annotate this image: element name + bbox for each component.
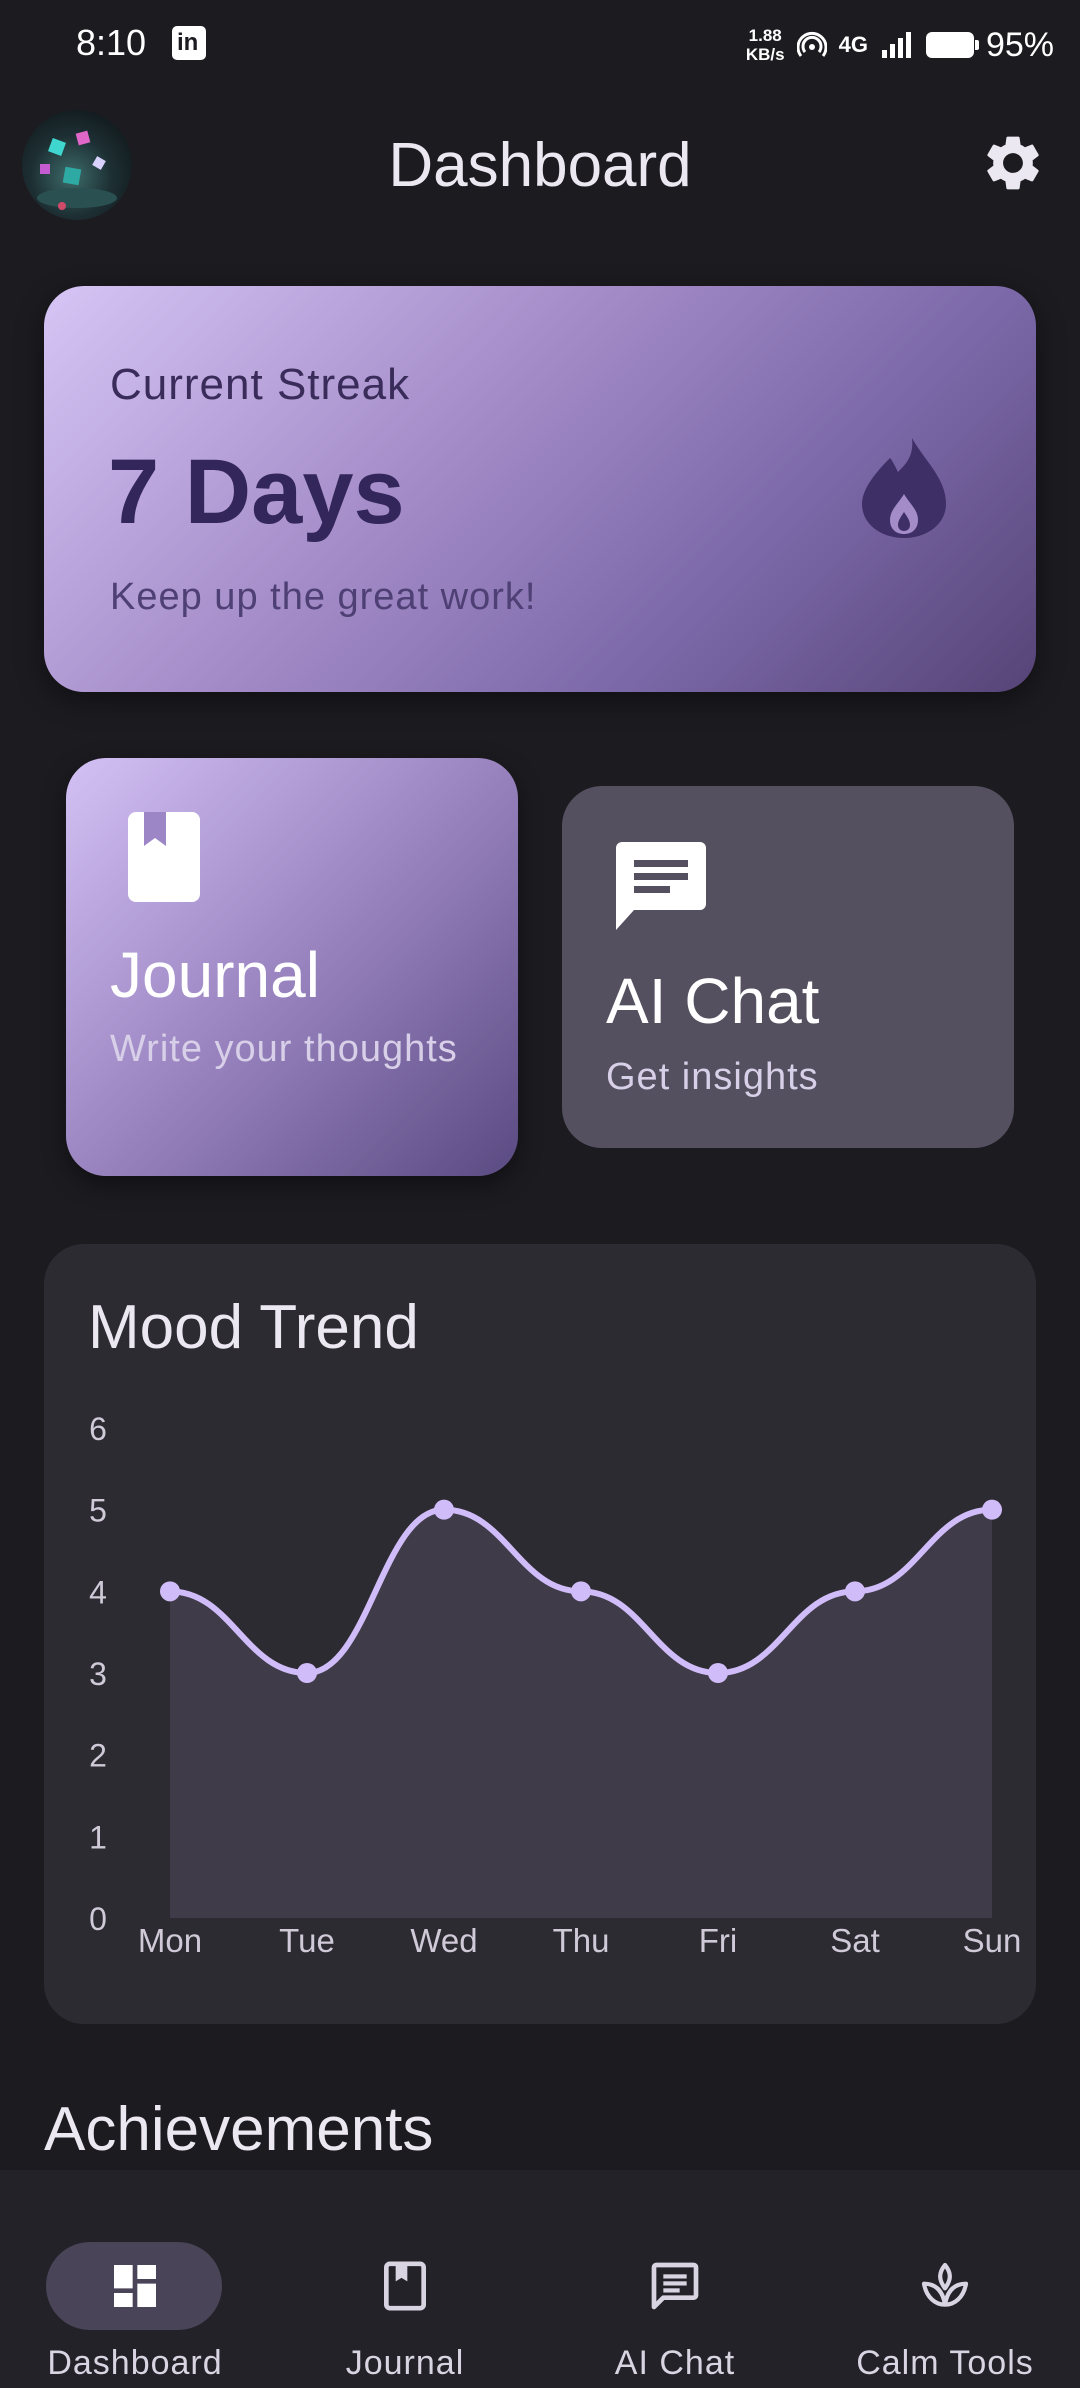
journal-card[interactable]: Journal Write your thoughts — [66, 758, 518, 1176]
nav-label-dashboard: Dashboard — [47, 2344, 223, 2382]
achievements-title: Achievements — [44, 2095, 434, 2164]
signal-icon — [881, 32, 911, 58]
x-tick-label-mon: Mon — [138, 1922, 202, 1959]
network-type: 4G — [838, 32, 868, 57]
y-tick-label: 5 — [89, 1493, 107, 1529]
book-icon — [128, 812, 200, 902]
streak-subtitle: Keep up the great work! — [110, 576, 537, 618]
gear-icon[interactable] — [980, 130, 1046, 196]
fire-icon — [862, 438, 946, 538]
nav-item-ai-chat[interactable]: AI Chat — [540, 2206, 810, 2382]
x-tick-label-sun: Sun — [963, 1922, 1022, 1959]
bottom-nav: Dashboard Journal AI Chat Calm Tools — [0, 2170, 1080, 2388]
mood-point-fri — [708, 1663, 728, 1683]
chat-outline-icon — [651, 2262, 699, 2310]
nav-label-ai-chat: AI Chat — [614, 2344, 736, 2382]
status-bar: 8:10 in 1.88 KB/s 4G 95% — [0, 0, 1080, 90]
y-tick-label: 4 — [89, 1574, 107, 1610]
battery-percent: 95% — [985, 25, 1054, 64]
nav-item-calm-tools[interactable]: Calm Tools — [810, 2206, 1080, 2382]
mood-area — [170, 1509, 992, 1918]
network-speed-value: 1.88 — [748, 26, 782, 45]
x-tick-label-tue: Tue — [279, 1922, 335, 1959]
mood-point-sun — [982, 1499, 1002, 1520]
mood-trend-card: Mood Trend 0 1 2 3 4 5 6 Mon Tue Wed Thu Fri Sat Sun — [44, 1244, 1036, 2024]
hotspot-icon — [796, 31, 827, 57]
streak-value: 7 Days — [108, 441, 405, 543]
y-tick-label: 0 — [89, 1901, 107, 1937]
ai-chat-card-subtitle: Get insights — [606, 1056, 819, 1098]
network-speed-unit: KB/s — [745, 45, 785, 64]
dashboard-icon — [114, 2265, 156, 2307]
network-speed: 1.88 KB/s — [746, 26, 785, 64]
nav-item-journal[interactable]: Journal — [270, 2206, 540, 2382]
x-tick-label-thu: Thu — [553, 1922, 610, 1959]
linkedin-notification-icon: in — [172, 26, 206, 60]
mood-point-sat — [845, 1581, 865, 1602]
x-tick-label-fri: Fri — [699, 1922, 737, 1959]
y-tick-label: 1 — [89, 1819, 107, 1855]
page-title: Dashboard — [388, 131, 692, 200]
y-tick-label: 3 — [89, 1656, 107, 1692]
mood-point-mon — [160, 1581, 180, 1602]
dashboard-screen: 8:10 in 1.88 KB/s 4G 95% Dashboard Curre… — [0, 0, 1080, 2388]
nav-label-calm-tools: Calm Tools — [856, 2344, 1034, 2382]
mood-chart: 0 1 2 3 4 5 6 Mon Tue Wed Thu Fri Sat Sun — [89, 1411, 1022, 1959]
mood-point-wed — [434, 1499, 454, 1520]
x-tick-label-wed: Wed — [410, 1922, 477, 1959]
streak-label: Current Streak — [110, 360, 411, 409]
nav-item-dashboard[interactable]: Dashboard — [0, 2206, 270, 2382]
y-tick-label: 2 — [89, 1738, 107, 1774]
mood-point-thu — [571, 1581, 591, 1602]
y-tick-label: 6 — [89, 1411, 107, 1447]
lotus-icon — [921, 2262, 969, 2307]
x-tick-label-sat: Sat — [830, 1922, 880, 1959]
mood-point-tue — [297, 1663, 317, 1683]
status-indicators: 1.88 KB/s 4G 95% — [746, 18, 1054, 72]
ai-chat-card[interactable]: AI Chat Get insights — [562, 786, 1014, 1148]
status-time: 8:10 — [76, 22, 147, 63]
book-outline-icon — [384, 2261, 426, 2311]
journal-card-subtitle: Write your thoughts — [110, 1028, 458, 1070]
streak-card: Current Streak 7 Days Keep up the great … — [44, 286, 1036, 692]
chat-icon — [616, 842, 706, 930]
ai-chat-card-title: AI Chat — [606, 965, 820, 1037]
nav-label-journal: Journal — [345, 2344, 465, 2382]
battery-icon — [925, 32, 979, 58]
journal-card-title: Journal — [110, 939, 320, 1011]
